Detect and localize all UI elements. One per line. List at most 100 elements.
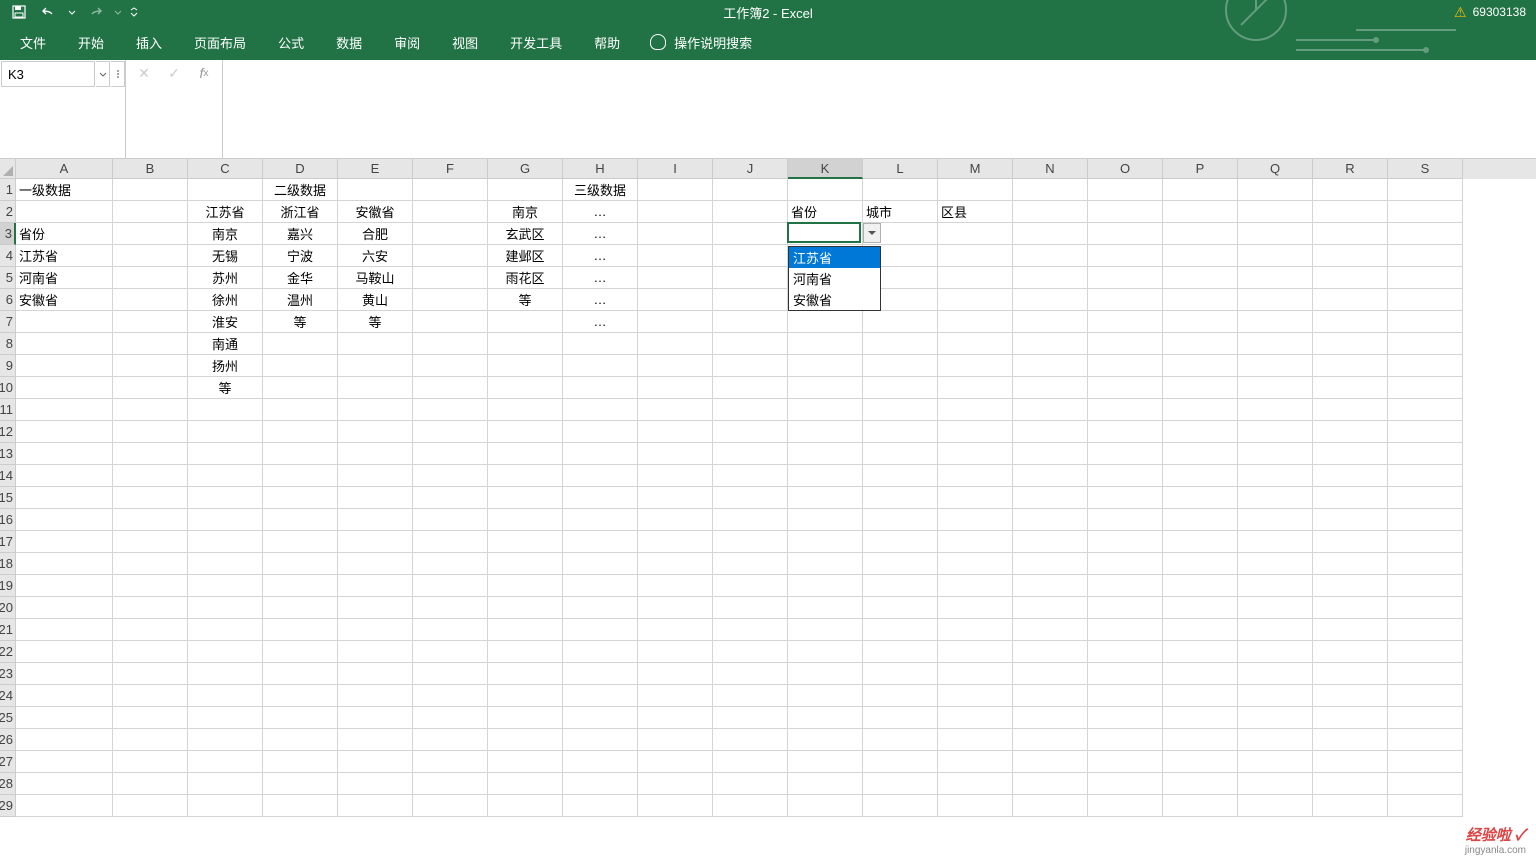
cell[interactable] (338, 663, 413, 685)
cell[interactable] (263, 399, 338, 421)
cell[interactable] (713, 377, 788, 399)
cell[interactable] (413, 201, 488, 223)
row-header[interactable]: 28 (0, 773, 16, 795)
cell[interactable] (1313, 377, 1388, 399)
cell[interactable] (338, 465, 413, 487)
cell[interactable] (563, 355, 638, 377)
ribbon-tab[interactable]: 帮助 (578, 24, 636, 60)
cell[interactable] (1088, 685, 1163, 707)
cell[interactable] (1013, 487, 1088, 509)
cell[interactable] (1313, 685, 1388, 707)
cell[interactable] (113, 465, 188, 487)
cell[interactable] (1088, 575, 1163, 597)
dropdown-item[interactable]: 江苏省 (789, 247, 880, 268)
redo-button[interactable] (82, 2, 108, 22)
redo-dropdown[interactable] (112, 2, 124, 22)
cell[interactable] (1088, 487, 1163, 509)
column-header[interactable]: Q (1238, 159, 1313, 179)
cell[interactable] (338, 333, 413, 355)
cell[interactable] (1388, 333, 1463, 355)
cell[interactable] (563, 685, 638, 707)
cell[interactable] (938, 245, 1013, 267)
cell[interactable]: 城市 (863, 201, 938, 223)
cell[interactable] (938, 773, 1013, 795)
cell[interactable] (1388, 267, 1463, 289)
cell[interactable] (188, 663, 263, 685)
cell[interactable] (413, 619, 488, 641)
cell[interactable] (1388, 619, 1463, 641)
cell[interactable] (563, 509, 638, 531)
column-header[interactable]: M (938, 159, 1013, 179)
cell[interactable] (638, 179, 713, 201)
cell[interactable] (488, 729, 563, 751)
cell[interactable] (863, 729, 938, 751)
cell[interactable] (16, 553, 113, 575)
cell[interactable] (713, 795, 788, 817)
row-header[interactable]: 22 (0, 641, 16, 663)
cell[interactable] (1163, 575, 1238, 597)
cell[interactable] (1313, 223, 1388, 245)
cell[interactable] (16, 333, 113, 355)
cell[interactable] (638, 509, 713, 531)
cell[interactable] (1163, 619, 1238, 641)
column-header[interactable]: J (713, 159, 788, 179)
cell[interactable]: 省份 (16, 223, 113, 245)
row-header[interactable]: 6 (0, 289, 16, 311)
select-all-cells[interactable] (0, 159, 16, 179)
cell[interactable] (1013, 729, 1088, 751)
cell[interactable] (1238, 553, 1313, 575)
cell[interactable]: 南京 (488, 201, 563, 223)
cell[interactable] (1313, 355, 1388, 377)
cell[interactable] (638, 729, 713, 751)
cell[interactable] (863, 355, 938, 377)
cell[interactable] (188, 685, 263, 707)
cell[interactable]: 一级数据 (16, 179, 113, 201)
cell[interactable] (1388, 531, 1463, 553)
column-header[interactable]: S (1388, 159, 1463, 179)
cell[interactable] (638, 333, 713, 355)
cell[interactable] (1088, 201, 1163, 223)
cell[interactable] (1313, 311, 1388, 333)
cell[interactable] (938, 575, 1013, 597)
cell[interactable] (713, 179, 788, 201)
column-header[interactable]: A (16, 159, 113, 179)
cell[interactable] (1313, 487, 1388, 509)
cell[interactable] (413, 289, 488, 311)
cell[interactable]: 安徽省 (338, 201, 413, 223)
cell[interactable] (338, 575, 413, 597)
column-header[interactable]: R (1313, 159, 1388, 179)
cell[interactable] (488, 509, 563, 531)
cell[interactable] (113, 421, 188, 443)
cell[interactable] (1388, 355, 1463, 377)
cell[interactable] (1238, 443, 1313, 465)
cell[interactable] (113, 355, 188, 377)
cell[interactable]: 无锡 (188, 245, 263, 267)
cell[interactable] (1388, 399, 1463, 421)
row-header[interactable]: 20 (0, 597, 16, 619)
cell[interactable]: 马鞍山 (338, 267, 413, 289)
column-header[interactable]: E (338, 159, 413, 179)
column-header[interactable]: K (788, 159, 863, 179)
cell[interactable] (1388, 245, 1463, 267)
cell[interactable] (263, 575, 338, 597)
cell[interactable] (863, 443, 938, 465)
cell[interactable] (1388, 421, 1463, 443)
cell[interactable] (263, 729, 338, 751)
cell[interactable] (638, 399, 713, 421)
row-header[interactable]: 5 (0, 267, 16, 289)
cell[interactable] (188, 553, 263, 575)
cell[interactable] (16, 707, 113, 729)
cell[interactable] (1238, 465, 1313, 487)
cell[interactable] (938, 355, 1013, 377)
ribbon-tab[interactable]: 数据 (320, 24, 378, 60)
cell[interactable] (1163, 333, 1238, 355)
cell[interactable] (1388, 223, 1463, 245)
cell[interactable] (263, 707, 338, 729)
cell[interactable] (338, 751, 413, 773)
cell[interactable] (1313, 289, 1388, 311)
cell[interactable]: 淮安 (188, 311, 263, 333)
cell[interactable]: 等 (188, 377, 263, 399)
cell[interactable] (1013, 443, 1088, 465)
cell[interactable] (713, 751, 788, 773)
cell[interactable]: … (563, 245, 638, 267)
